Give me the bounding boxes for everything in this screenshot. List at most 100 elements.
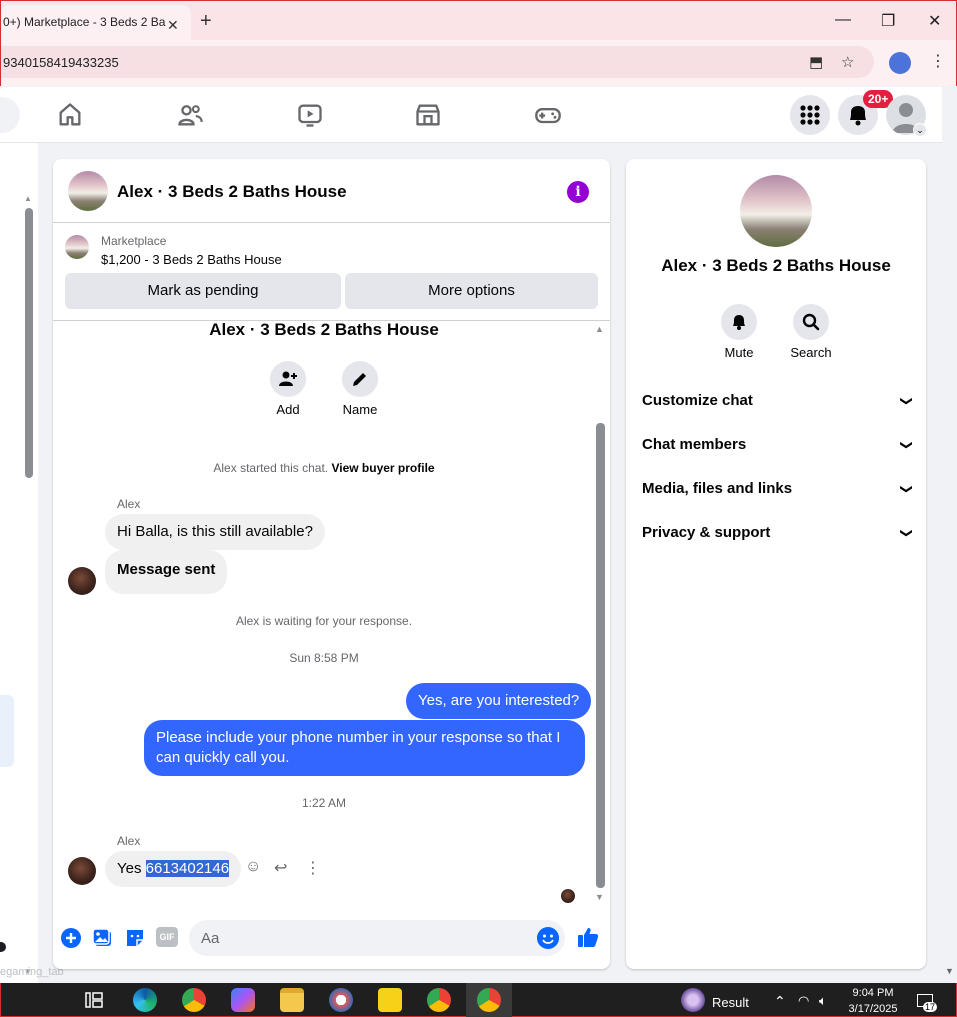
chat-header: Alex · 3 Beds 2 Baths House i	[53, 159, 610, 223]
gif-icon[interactable]: GIF	[156, 927, 178, 947]
chrome-profile-icon[interactable]	[427, 988, 451, 1012]
message-text: Yes	[117, 860, 146, 877]
listing-avatar[interactable]	[68, 171, 108, 211]
add-person-icon	[279, 371, 297, 386]
tab-title: 0+) Marketplace - 3 Beds 2 Ba	[3, 15, 166, 29]
sender-avatar[interactable]	[68, 567, 96, 595]
chevron-down-icon: ❯	[899, 439, 914, 451]
copilot-icon[interactable]	[231, 988, 255, 1012]
sender-avatar[interactable]	[68, 857, 96, 885]
chat-started-text: Alex started this chat.	[213, 461, 332, 475]
file-explorer-icon[interactable]	[280, 988, 304, 1012]
plus-circle-icon[interactable]	[60, 927, 82, 949]
message-input[interactable]: Aa	[189, 920, 565, 956]
outgoing-message[interactable]: Yes, are you interested?	[406, 683, 592, 719]
menu-grid-button[interactable]	[790, 95, 830, 135]
clock-date[interactable]: 3/17/2025	[845, 1003, 901, 1015]
app-icon[interactable]	[329, 988, 353, 1012]
volume-icon[interactable]: 🔈︎	[819, 993, 827, 1009]
result-label[interactable]: Result	[712, 995, 749, 1010]
video-icon[interactable]	[296, 101, 324, 129]
details-title: Alex · 3 Beds 2 Baths House	[661, 256, 891, 275]
selected-phone-number[interactable]: 6613402146	[145, 860, 230, 877]
media-files-links-section[interactable]: Media, files and links ❯	[642, 480, 914, 504]
notification-count-badge: 17	[923, 1002, 938, 1012]
reply-icon[interactable]: ↩	[274, 858, 287, 878]
chat-title[interactable]: Alex · 3 Beds 2 Baths House	[117, 182, 347, 202]
restore-icon[interactable]: ❐	[881, 11, 895, 31]
tab-close-icon[interactable]: ✕	[167, 17, 179, 34]
listing-thumb[interactable]	[65, 235, 89, 259]
scroll-up-arrow-icon[interactable]: ▲	[24, 194, 32, 203]
scroll-up-arrow-icon[interactable]: ▲	[595, 324, 604, 334]
chevron-up-icon[interactable]: ⌃	[774, 993, 786, 1010]
minimize-icon[interactable]: —	[835, 11, 851, 29]
browser-tab[interactable]: 0+) Marketplace - 3 Beds 2 Ba ✕	[1, 5, 191, 41]
gaming-icon[interactable]	[534, 101, 562, 129]
search-box-stub[interactable]	[0, 97, 20, 133]
sender-name: Alex	[117, 834, 141, 848]
page-scrollbar[interactable]: ▼	[941, 143, 957, 983]
incoming-message[interactable]: Hi Balla, is this still available?	[105, 514, 325, 550]
chevron-down-icon: ❯	[899, 483, 914, 495]
windows-taskbar: Result ⌃ ◠ 🔈︎ 9:04 PM 3/17/2025 17	[0, 983, 957, 1017]
wifi-icon[interactable]: ◠	[798, 993, 809, 1009]
browser-tab-bar: 0+) Marketplace - 3 Beds 2 Ba ✕ + — ❐ ✕	[0, 0, 957, 41]
browser-profile-icon[interactable]	[889, 52, 911, 74]
facebook-top-nav: 20+ ⌄	[0, 87, 942, 143]
thumbs-up-icon[interactable]	[576, 925, 600, 949]
outgoing-message[interactable]: Please include your phone number in your…	[144, 720, 585, 776]
privacy-support-section[interactable]: Privacy & support ❯	[642, 524, 914, 548]
more-options-button[interactable]: More options	[345, 273, 598, 309]
search-icon	[802, 313, 820, 331]
chrome-icon[interactable]	[182, 988, 206, 1012]
conversation-title: Alex · 3 Beds 2 Baths House	[209, 320, 439, 339]
emoji-icon[interactable]	[537, 927, 559, 949]
search-button[interactable]	[793, 304, 829, 340]
info-icon[interactable]: i	[567, 181, 589, 203]
section-label: Media, files and links	[642, 480, 793, 497]
rename-button[interactable]	[342, 361, 378, 397]
new-tab-icon[interactable]: +	[200, 10, 212, 33]
listing-source: Marketplace	[101, 234, 167, 248]
chrome-active-icon[interactable]	[477, 988, 501, 1012]
react-emoji-icon[interactable]: ☺	[245, 858, 261, 876]
mute-button[interactable]	[721, 304, 757, 340]
browser-menu-icon[interactable]: ⋮	[930, 51, 946, 71]
add-people-button[interactable]	[270, 361, 306, 397]
customize-chat-section[interactable]: Customize chat ❯	[642, 392, 914, 416]
view-buyer-profile-link[interactable]: View buyer profile	[331, 461, 434, 475]
mark-pending-button[interactable]: Mark as pending	[65, 273, 341, 309]
more-actions-icon[interactable]: ⋮	[305, 858, 321, 878]
left-scrollbar-thumb[interactable]	[25, 208, 33, 478]
search-label: Search	[790, 345, 832, 360]
left-sidebar-card[interactable]	[0, 695, 14, 767]
scroll-down-arrow-icon[interactable]: ▼	[595, 892, 604, 902]
listing-price-title[interactable]: $1,200 - 3 Beds 2 Baths House	[101, 252, 282, 267]
waiting-notice: Alex is waiting for your response.	[235, 614, 413, 628]
read-receipt-avatar	[561, 889, 575, 903]
address-bar-row: 9340158419433235 ⬒ ☆ ⋮	[0, 40, 957, 86]
friends-icon[interactable]	[176, 101, 204, 129]
result-app-icon[interactable]	[681, 988, 705, 1012]
marketplace-icon[interactable]	[414, 101, 442, 129]
url-text: 9340158419433235	[3, 55, 119, 70]
chat-members-section[interactable]: Chat members ❯	[642, 436, 914, 460]
edge-icon[interactable]	[133, 988, 157, 1012]
chevron-down-icon[interactable]: ⌄	[913, 123, 927, 137]
photo-icon[interactable]	[92, 927, 114, 949]
listing-large-avatar[interactable]	[740, 175, 812, 247]
clock-time[interactable]: 9:04 PM	[845, 987, 901, 999]
close-window-icon[interactable]: ✕	[928, 11, 941, 31]
chat-scrollbar-thumb[interactable]	[596, 423, 605, 888]
sticky-notes-icon[interactable]	[378, 988, 402, 1012]
scroll-down-arrow-icon[interactable]: ▼	[945, 966, 954, 976]
install-app-icon[interactable]: ⬒	[809, 53, 823, 71]
bookmark-star-icon[interactable]: ☆	[841, 53, 854, 71]
sticker-icon[interactable]	[124, 927, 146, 949]
incoming-message-selected[interactable]: Yes 6613402146	[105, 851, 242, 887]
home-icon[interactable]	[56, 101, 84, 129]
incoming-message[interactable]: Message sent	[105, 550, 228, 594]
omnibox[interactable]: 9340158419433235 ⬒ ☆	[1, 46, 874, 78]
task-view-icon[interactable]	[82, 988, 106, 1012]
